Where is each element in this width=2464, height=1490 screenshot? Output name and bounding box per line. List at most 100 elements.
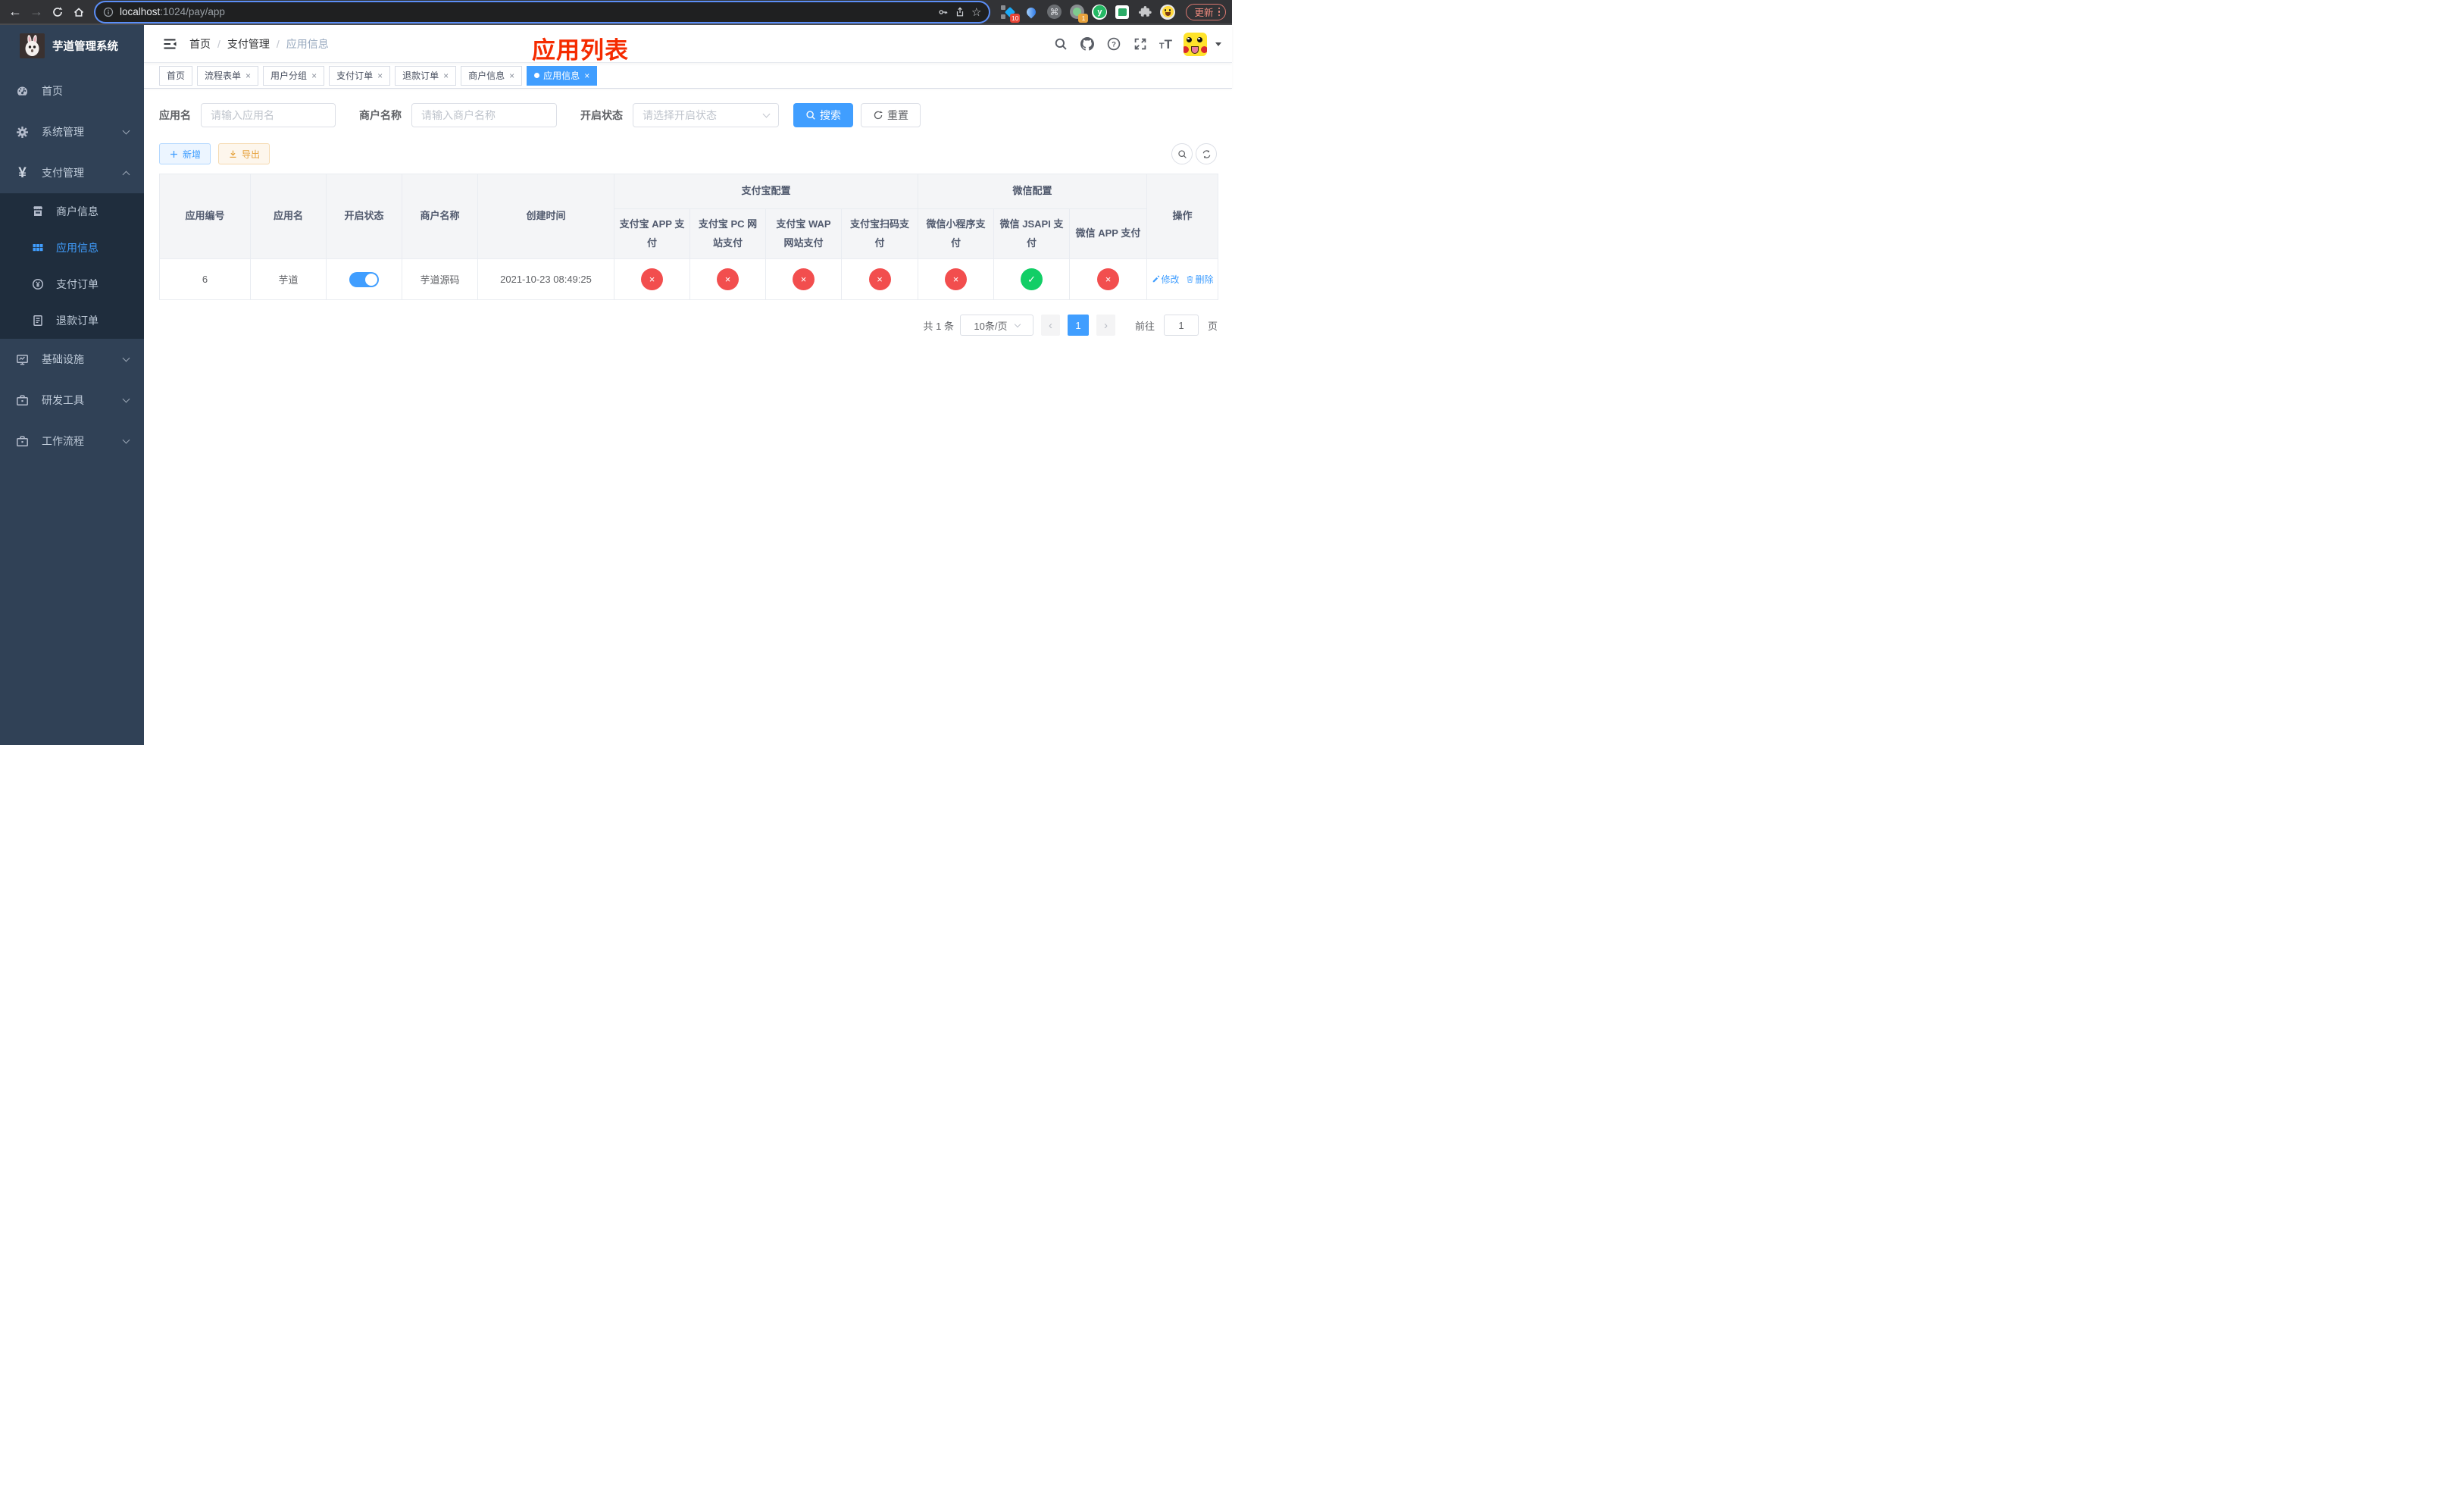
status-select-placeholder: 请选择开启状态: [643, 109, 717, 121]
close-icon[interactable]: ×: [377, 70, 383, 81]
export-button[interactable]: 导出: [218, 143, 270, 164]
delete-link[interactable]: 删除: [1186, 273, 1214, 286]
next-page-button[interactable]: ›: [1096, 315, 1115, 337]
status-select[interactable]: 请选择开启状态: [633, 103, 779, 127]
extension-yuque-icon[interactable]: y: [1092, 4, 1108, 20]
tab-app-info[interactable]: 应用信息 ×: [527, 65, 598, 86]
sidebar-item-app-info[interactable]: 应用信息: [0, 230, 144, 266]
bookmark-star-icon[interactable]: ☆: [971, 5, 981, 19]
browser-reload-icon[interactable]: [48, 3, 67, 21]
channel-status-icon: ×: [793, 268, 815, 291]
breadcrumb-home[interactable]: 首页: [189, 36, 211, 52]
app-title: 芋道管理系统: [52, 41, 118, 53]
goto-page-input[interactable]: [1163, 315, 1199, 337]
tab-pay-orders[interactable]: 支付订单 ×: [329, 65, 391, 86]
sidebar-item-workflow[interactable]: 工作流程: [0, 421, 144, 462]
extension-axure-icon[interactable]: 10: [1001, 5, 1021, 23]
channel-status-icon: ×: [868, 268, 891, 291]
prev-page-button[interactable]: ‹: [1040, 315, 1060, 337]
font-size-icon[interactable]: TT: [1159, 38, 1172, 51]
extension-recorder-icon[interactable]: 1: [1069, 5, 1089, 23]
chevron-down-icon: [762, 110, 771, 117]
sidebar-item-dev-tools[interactable]: 研发工具: [0, 380, 144, 421]
close-icon[interactable]: ×: [509, 70, 514, 81]
extension-chat-icon[interactable]: [1115, 5, 1130, 20]
sidebar-item-payment[interactable]: ¥ 支付管理: [0, 152, 144, 193]
navbar-actions: ? TT: [1053, 25, 1221, 63]
close-icon[interactable]: ×: [311, 70, 317, 81]
browser-update-menu[interactable]: 更新: [1186, 3, 1226, 20]
tab-refund-orders[interactable]: 退款订单 ×: [395, 65, 457, 86]
tags-view-bar: 首页 流程表单 × 用户分组 × 支付订单 × 退款订单 × 商户信息 × 应用信息 ×: [144, 63, 1232, 89]
cell-wx-jsapi: ✓: [993, 258, 1071, 301]
search-button[interactable]: 搜索: [793, 103, 853, 127]
tab-user-group[interactable]: 用户分组 ×: [263, 65, 325, 86]
coin-icon: [32, 278, 44, 290]
data-table: 应用编号 应用名 开启状态 商户名称 创建时间 支付宝配置 微信配置 操作 支付…: [159, 173, 1219, 301]
app-name-input[interactable]: [201, 103, 336, 127]
chevron-down-icon: [122, 354, 130, 362]
site-info-icon[interactable]: [103, 7, 114, 17]
browser-forward-icon[interactable]: →: [27, 3, 45, 21]
page-number-1[interactable]: 1: [1067, 315, 1089, 337]
github-icon[interactable]: [1080, 36, 1095, 52]
hide-search-button[interactable]: [1171, 143, 1193, 164]
cell-alipay-pc: ×: [689, 258, 766, 301]
tab-process-form[interactable]: 流程表单 ×: [197, 65, 259, 86]
add-button[interactable]: 新增: [159, 143, 211, 164]
col-status: 开启状态: [326, 173, 402, 260]
reset-button[interactable]: 重置: [861, 103, 921, 127]
sidebar-item-label: 基础设施: [42, 353, 84, 365]
help-icon[interactable]: ?: [1106, 36, 1121, 52]
sidebar-item-label: 工作流程: [42, 435, 84, 447]
search-icon[interactable]: [1053, 36, 1068, 52]
col-wx-app: 微信 APP 支付: [1069, 208, 1148, 260]
filter-form: 应用名 商户名称 开启状态 请选择开启状态 搜索 重置: [159, 103, 1232, 127]
user-avatar[interactable]: [1184, 32, 1207, 56]
cell-alipay-app: ×: [614, 258, 690, 301]
close-icon[interactable]: ×: [584, 70, 589, 81]
toolbox-icon: [16, 394, 29, 407]
tab-merchant-info[interactable]: 商户信息 ×: [461, 65, 523, 86]
extension-emoji-icon[interactable]: [1160, 4, 1176, 20]
edit-link[interactable]: 修改: [1152, 273, 1180, 286]
browser-home-icon[interactable]: [70, 3, 88, 21]
refresh-table-button[interactable]: [1196, 143, 1217, 164]
chevron-up-icon: [122, 171, 130, 178]
breadcrumb-payment[interactable]: 支付管理: [227, 36, 270, 52]
avatar-caret-icon[interactable]: [1215, 42, 1221, 46]
sidebar-collapse-icon[interactable]: [162, 36, 177, 52]
extension-pin-icon[interactable]: [1024, 5, 1039, 20]
sidebar-item-pay-orders[interactable]: 支付订单: [0, 266, 144, 302]
password-key-icon[interactable]: [938, 7, 949, 17]
grid-icon: [32, 242, 44, 254]
merchant-name-input[interactable]: [411, 103, 557, 127]
fullscreen-icon[interactable]: [1133, 36, 1148, 52]
channel-status-icon: ×: [641, 268, 663, 291]
address-bar[interactable]: localhost:1024/pay/app ☆: [95, 2, 990, 22]
svg-text:?: ?: [1112, 40, 1116, 49]
extensions-puzzle-icon[interactable]: [1137, 5, 1152, 20]
browser-back-icon[interactable]: ←: [6, 3, 24, 21]
sidebar-item-merchant-info[interactable]: 商户信息: [0, 193, 144, 230]
sidebar-menu: 首页 系统管理 ¥ 支付管理 商户信息 应用信息 支付订单 退款订单 基础设施 …: [0, 70, 144, 462]
col-created: 创建时间: [477, 173, 614, 260]
share-icon[interactable]: [955, 7, 965, 17]
close-icon[interactable]: ×: [245, 70, 251, 81]
top-navbar: 首页 / 支付管理 / 应用信息 应用列表 ? T T: [144, 25, 1232, 64]
tab-home[interactable]: 首页: [159, 65, 193, 86]
sidebar-item-refund-orders[interactable]: 退款订单: [0, 302, 144, 339]
main-area: 首页 / 支付管理 / 应用信息 应用列表 ? T T 首页 流程表单 × 用户…: [144, 25, 1232, 745]
close-icon[interactable]: ×: [443, 70, 449, 81]
status-toggle[interactable]: [349, 271, 379, 287]
extension-command-icon[interactable]: ⌘: [1046, 5, 1062, 20]
col-merchant: 商户名称: [402, 173, 478, 260]
sidebar-logo[interactable]: 芋道管理系统: [0, 25, 144, 64]
channel-status-icon: ×: [1097, 268, 1120, 291]
sidebar-item-infrastructure[interactable]: 基础设施: [0, 339, 144, 380]
sidebar-item-home[interactable]: 首页: [0, 70, 144, 111]
sidebar-item-system[interactable]: 系统管理: [0, 111, 144, 152]
app-name-label: 应用名: [159, 109, 191, 121]
store-icon: [32, 205, 44, 218]
page-size-select[interactable]: 10条/页: [959, 315, 1033, 337]
